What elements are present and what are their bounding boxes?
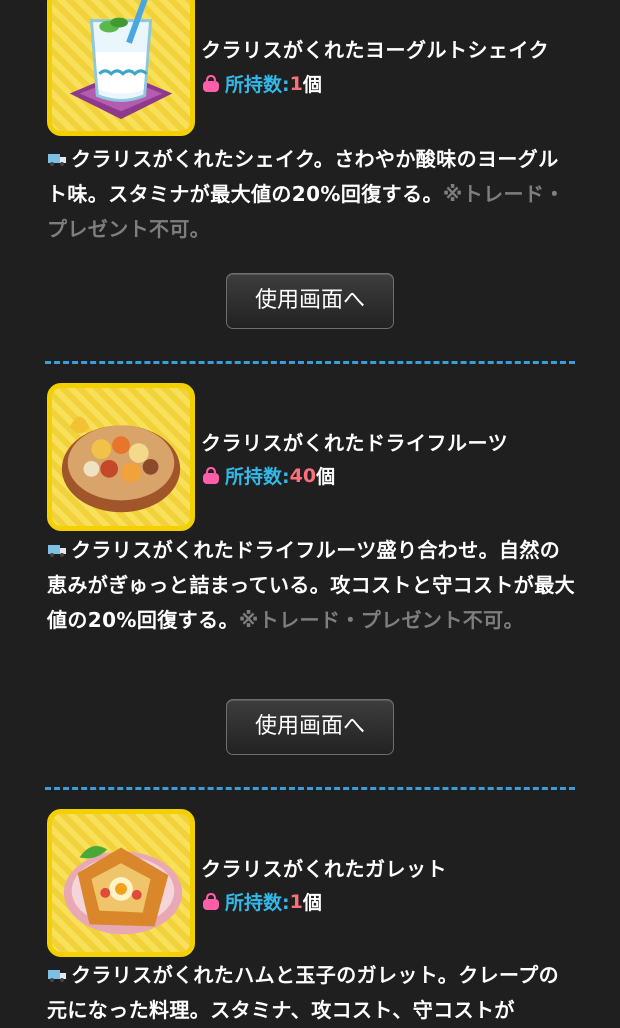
description-text: クラリスがくれたハムと玉子のガレット。クレープの元になった料理。スタミナ、攻コス… xyxy=(47,963,559,1022)
item-count: 所持数: 40 個 xyxy=(201,462,335,489)
count-value: 40 xyxy=(289,464,317,487)
separator xyxy=(45,361,575,364)
count-unit: 個 xyxy=(302,74,322,96)
count-label: 所持数: xyxy=(225,892,290,914)
bag-icon xyxy=(203,466,219,484)
dried-fruit-icon[interactable] xyxy=(47,383,195,531)
use-screen-button[interactable]: 使用画面へ xyxy=(226,699,394,755)
item-count: 所持数: 1 個 xyxy=(201,70,322,97)
use-screen-button[interactable]: 使用画面へ xyxy=(226,273,394,329)
bag-icon xyxy=(203,74,219,92)
separator xyxy=(45,787,575,790)
count-value: 1 xyxy=(289,890,303,913)
galette-icon[interactable] xyxy=(47,809,195,957)
item-description: クラリスがくれたドライフルーツ盛り合わせ。自然の恵みがぎゅっと詰まっている。攻コ… xyxy=(47,533,577,638)
item-title: クラリスがくれたヨーグルトシェイク xyxy=(201,38,550,62)
item-title: クラリスがくれたガレット xyxy=(201,857,447,881)
truck-icon xyxy=(48,545,66,557)
item-description: クラリスがくれたハムと玉子のガレット。クレープの元になった料理。スタミナ、攻コス… xyxy=(47,958,577,1028)
item-count: 所持数: 1 個 xyxy=(201,888,322,915)
truck-icon xyxy=(48,154,66,166)
bag-icon xyxy=(203,892,219,910)
item-title: クラリスがくれたドライフルーツ xyxy=(201,431,509,455)
count-value: 1 xyxy=(289,72,303,95)
item-description: クラリスがくれたシェイク。さわやか酸味のヨーグルト味。スタミナが最大値の20%回… xyxy=(47,142,577,247)
count-unit: 個 xyxy=(302,892,322,914)
truck-icon xyxy=(48,970,66,982)
count-label: 所持数: xyxy=(225,74,290,96)
yogurt-shake-icon[interactable] xyxy=(47,0,195,136)
count-unit: 個 xyxy=(316,466,336,488)
trade-note: ※トレード・プレゼント不可。 xyxy=(238,608,524,632)
count-label: 所持数: xyxy=(225,466,290,488)
